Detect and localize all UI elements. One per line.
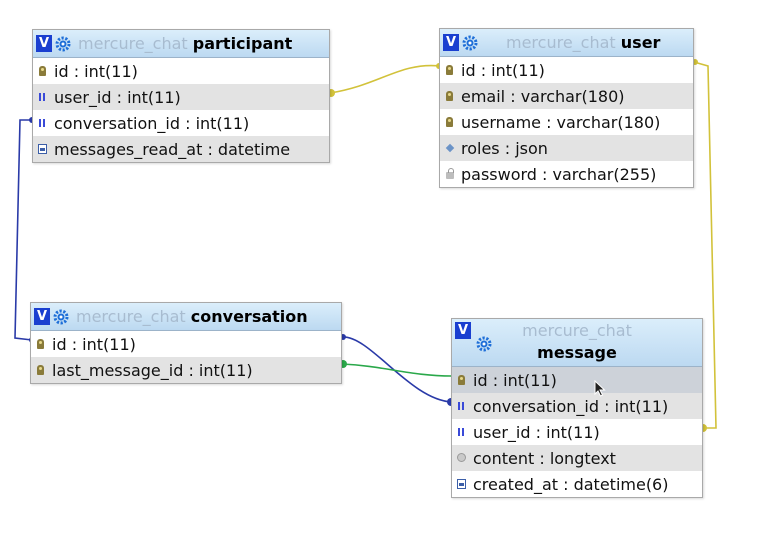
- database-name: mercure_chat: [522, 321, 632, 340]
- field-label: password : varchar(255): [461, 164, 657, 184]
- field-label: roles : json: [461, 138, 548, 158]
- database-name: mercure_chat: [78, 34, 188, 53]
- table-row[interactable]: username : varchar(180): [440, 109, 693, 135]
- gear-icon[interactable]: [462, 35, 478, 51]
- table-row[interactable]: messages_read_at : datetime: [33, 136, 329, 162]
- table-name: message: [537, 343, 617, 362]
- field-label: last_message_id : int(11): [52, 360, 253, 380]
- unique-key-icon: [445, 90, 454, 102]
- table-name: user: [620, 33, 661, 52]
- field-label: created_at : datetime(6): [473, 474, 669, 494]
- database-name: mercure_chat: [76, 307, 186, 326]
- toggle-columns-button[interactable]: V: [443, 34, 459, 51]
- toggle-columns-button[interactable]: V: [34, 308, 50, 325]
- table-row[interactable]: email : varchar(180): [440, 83, 693, 109]
- text-icon: [457, 452, 466, 464]
- field-label: id : int(11): [473, 370, 557, 390]
- primary-key-icon: [445, 64, 454, 76]
- field-label: username : varchar(180): [461, 112, 661, 132]
- unique-key-icon: [445, 116, 454, 128]
- table-participant[interactable]: V mercure_chat participant id : int(11) …: [32, 29, 330, 163]
- gear-icon[interactable]: [53, 309, 69, 325]
- field-label: conversation_id : int(11): [54, 113, 250, 133]
- table-row[interactable]: last_message_id : int(11): [31, 357, 341, 383]
- table-row[interactable]: id : int(11): [33, 58, 329, 84]
- field-label: user_id : int(11): [54, 87, 181, 107]
- field-label: messages_read_at : datetime: [54, 139, 291, 159]
- datetime-icon: [457, 478, 466, 490]
- index-icon: [38, 91, 47, 103]
- table-header[interactable]: V mercure_chat conversation: [31, 303, 341, 331]
- table-row[interactable]: id : int(11): [31, 331, 341, 357]
- table-name: conversation: [190, 307, 308, 326]
- gear-icon[interactable]: [55, 36, 71, 52]
- datetime-icon: [38, 143, 47, 155]
- field-icon: [445, 168, 454, 180]
- table-user[interactable]: V mercure_chat user id : int(11) email :…: [439, 28, 694, 188]
- table-row[interactable]: conversation_id : int(11): [33, 110, 329, 136]
- field-label: id : int(11): [54, 61, 138, 81]
- table-header[interactable]: V mercure_chat user: [440, 29, 693, 57]
- table-row[interactable]: conversation_id : int(11): [452, 393, 702, 419]
- relation-participant-user[interactable]: [329, 64, 441, 94]
- table-header[interactable]: V mercure_chat message: [452, 319, 702, 367]
- table-row[interactable]: user_id : int(11): [33, 84, 329, 110]
- table-message[interactable]: V mercure_chat message id : int(11) conv…: [451, 318, 703, 498]
- index-icon: [38, 117, 47, 129]
- field-label: id : int(11): [52, 334, 136, 354]
- index-icon: [457, 400, 466, 412]
- field-label: conversation_id : int(11): [473, 396, 669, 416]
- toggle-columns-button[interactable]: V: [36, 35, 52, 52]
- table-row[interactable]: created_at : datetime(6): [452, 471, 702, 497]
- mouse-cursor-icon: [594, 380, 606, 397]
- table-row[interactable]: content : longtext: [452, 445, 702, 471]
- table-conversation[interactable]: V mercure_chat conversation id : int(11)…: [30, 302, 342, 384]
- table-header[interactable]: V mercure_chat participant: [33, 30, 329, 58]
- unique-key-icon: [36, 364, 45, 376]
- table-row[interactable]: user_id : int(11): [452, 419, 702, 445]
- field-label: email : varchar(180): [461, 86, 625, 106]
- field-label: user_id : int(11): [473, 422, 600, 442]
- table-row[interactable]: id : int(11): [452, 367, 702, 393]
- field-label: content : longtext: [473, 448, 616, 468]
- table-name: participant: [192, 34, 293, 53]
- relation-message-conversation[interactable]: [341, 336, 453, 403]
- field-label: id : int(11): [461, 60, 545, 80]
- table-row[interactable]: roles : json: [440, 135, 693, 161]
- index-icon: [457, 426, 466, 438]
- table-row[interactable]: id : int(11): [440, 57, 693, 83]
- primary-key-icon: [36, 338, 45, 350]
- json-icon: [445, 142, 454, 154]
- primary-key-icon: [38, 65, 47, 77]
- database-name: mercure_chat: [506, 33, 616, 52]
- table-row[interactable]: password : varchar(255): [440, 161, 693, 187]
- relation-conversation-message[interactable]: [341, 363, 453, 377]
- primary-key-icon: [457, 374, 466, 386]
